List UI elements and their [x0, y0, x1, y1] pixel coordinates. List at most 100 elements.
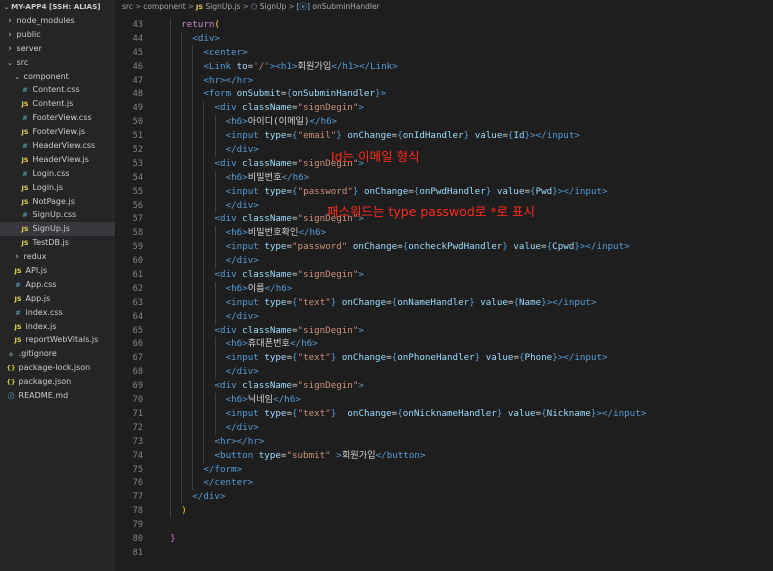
code-line[interactable]: 80}	[115, 532, 773, 546]
tree-file[interactable]: JS Content.js	[0, 97, 115, 111]
tree-file[interactable]: JS TestDB.js	[0, 236, 115, 250]
code-lines[interactable]: 43 return(44 <div> 45 <center> 46 <Link to='/'…	[115, 18, 773, 560]
code-line[interactable]: 55 <input type={"password"} onChange={onP…	[115, 184, 773, 199]
code-line[interactable]: 69 <div className="signDegin">	[115, 379, 773, 394]
code-line[interactable]: 51 <input type={"email"} onChange={onIdHa…	[115, 129, 773, 144]
code-line[interactable]: 66 <h6>휴대폰번호</h6>	[115, 337, 773, 352]
tree-file[interactable]: JS NotPage.js	[0, 195, 115, 209]
code-content: <h6>아이디(이메일)</h6>	[226, 115, 338, 129]
tree-file[interactable]: # Login.css	[0, 167, 115, 181]
code-line[interactable]: 62 <h6>이름</h6>	[115, 281, 773, 296]
code-line[interactable]: 49 <div className="signDegin">	[115, 101, 773, 116]
tree-file[interactable]: # SignUp.css	[0, 208, 115, 222]
code-line[interactable]: 46 <Link to='/'><h1>회원가입</h1></Link>	[115, 59, 773, 74]
tree-folder[interactable]: › node_modules	[0, 14, 115, 28]
indent-guide	[214, 351, 216, 366]
code-token: <div	[214, 157, 243, 169]
code-token: value	[507, 407, 536, 419]
indent-guide	[181, 365, 183, 380]
tree-folder[interactable]: › public	[0, 28, 115, 42]
code-line[interactable]: 74 <button type="submit" >회원가입</button>	[115, 448, 773, 463]
code-token: Pwd	[535, 185, 553, 197]
code-line[interactable]: 47 <hr></hr>	[115, 73, 773, 88]
code-editor[interactable]: src > component > JS SignUp.js > ⬡ SignUp > [ⓔ] …	[115, 0, 773, 571]
tree-item-label: HeaderView.js	[32, 154, 89, 164]
code-line[interactable]: 78)	[115, 504, 773, 519]
tree-file[interactable]: JS FooterView.js	[0, 125, 115, 139]
tree-folder[interactable]: ⌄ src	[0, 56, 115, 70]
tree-file[interactable]: JS index.js	[0, 320, 115, 334]
code-line[interactable]: 79	[115, 518, 773, 532]
code-line[interactable]: 54 <h6>비밀번호</h6>	[115, 170, 773, 185]
code-token: onIdHandler	[402, 130, 464, 142]
breadcrumb-file[interactable]: SignUp.js	[205, 2, 240, 11]
indent-guide	[170, 31, 172, 46]
indent-guide	[214, 198, 216, 213]
tree-file[interactable]: JS SignUp.js	[0, 222, 115, 237]
indent-guide	[192, 379, 194, 394]
indent-guide	[170, 323, 172, 338]
tree-file[interactable]: # Content.css	[0, 83, 115, 97]
code-line[interactable]: 50 <h6>아이디(이메일)</h6>	[115, 115, 773, 130]
code-line[interactable]: 61 <div className="signDegin">	[115, 268, 773, 282]
code-line[interactable]: 44 <div>	[115, 31, 773, 46]
indent-guide	[181, 254, 183, 269]
code-line[interactable]: 63 <input type={"text"} onChange={onNameH…	[115, 295, 773, 310]
code-line[interactable]: 48 <form onSubmit={onSubminHandler}>	[115, 87, 773, 102]
tree-file[interactable]: JS HeaderView.js	[0, 153, 115, 167]
code-token: </h1>	[331, 60, 359, 72]
breadcrumb-symbol-handler[interactable]: onSubminHandler	[312, 2, 379, 11]
code-line[interactable]: 53 <div className="signDegin">	[115, 156, 773, 171]
code-content: </div>	[226, 254, 259, 268]
indent-guide	[170, 490, 172, 505]
code-line[interactable]: 64 </div>	[115, 309, 773, 324]
javascript-file-icon: JS	[195, 3, 204, 11]
code-line[interactable]: 43 return(	[115, 18, 773, 32]
code-line[interactable]: 81	[115, 546, 773, 560]
code-line[interactable]: 65 <div className="signDegin">	[115, 323, 773, 338]
code-line[interactable]: 59 <input type="password" onChange={onche…	[115, 240, 773, 255]
code-line[interactable]: 70 <h6>닉네임</h6>	[115, 393, 773, 407]
annotation-password-type: 패스워드는 type passwod로 *로 표시	[327, 204, 535, 219]
indent-guide	[181, 59, 183, 74]
tree-folder[interactable]: › server	[0, 42, 115, 56]
chevron-down-icon: ⌄	[7, 58, 13, 67]
code-token: "signDegin"	[297, 380, 359, 392]
tree-file[interactable]: JS reportWebVitals.js	[0, 333, 115, 347]
tree-file[interactable]: JS App.js	[0, 292, 115, 306]
file-tree: › node_modules › public › server ⌄ src ⌄ com…	[0, 14, 115, 403]
tree-file[interactable]: # HeaderView.css	[0, 139, 115, 153]
code-line[interactable]: 68 </div>	[115, 365, 773, 380]
indent-guide	[214, 295, 216, 310]
explorer-title[interactable]: ⌄ MY-APP4 [SSH: ALIAS]	[0, 0, 115, 14]
code-line[interactable]: 75 </form>	[115, 462, 773, 477]
code-line[interactable]: 71 <input type={"text"} onChange={onNickn…	[115, 406, 773, 421]
tree-file[interactable]: {} package.json	[0, 375, 115, 389]
code-token: type	[264, 407, 287, 419]
tree-file[interactable]: ◈ .gitignore	[0, 347, 115, 361]
code-line[interactable]: 76 </center>	[115, 476, 773, 491]
indent-guide	[192, 434, 194, 449]
code-line[interactable]: 77 </div>	[115, 490, 773, 505]
tree-file[interactable]: ⓘ README.md	[0, 389, 115, 403]
tree-file[interactable]: # FooterView.css	[0, 111, 115, 125]
code-line[interactable]: 67 <input type={"text"} onChange={onPhone…	[115, 351, 773, 366]
code-line[interactable]: 58 <h6>비밀번호확인</h6>	[115, 226, 773, 241]
indent-guide	[170, 268, 172, 282]
tree-folder[interactable]: › redux	[0, 250, 115, 264]
code-line[interactable]: 72 </div>	[115, 420, 773, 435]
tree-file[interactable]: # App.css	[0, 278, 115, 292]
breadcrumb-component[interactable]: component	[143, 2, 185, 11]
code-content: <input type={"email"} onChange={onIdHand…	[226, 129, 580, 143]
code-line[interactable]: 60 </div>	[115, 254, 773, 269]
breadcrumb-symbol-signup[interactable]: SignUp	[260, 2, 287, 11]
breadcrumb-src[interactable]: src	[122, 2, 133, 11]
tree-file[interactable]: JS API.js	[0, 264, 115, 278]
code-line[interactable]: 45 <center>	[115, 45, 773, 60]
tree-file[interactable]: JS Login.js	[0, 181, 115, 195]
code-line[interactable]: 52 </div>	[115, 143, 773, 157]
tree-folder[interactable]: ⌄ component	[0, 70, 115, 84]
code-line[interactable]: 73 <hr></hr>	[115, 434, 773, 449]
tree-file[interactable]: # index.css	[0, 306, 115, 320]
tree-file[interactable]: {} package-lock.json	[0, 361, 115, 375]
